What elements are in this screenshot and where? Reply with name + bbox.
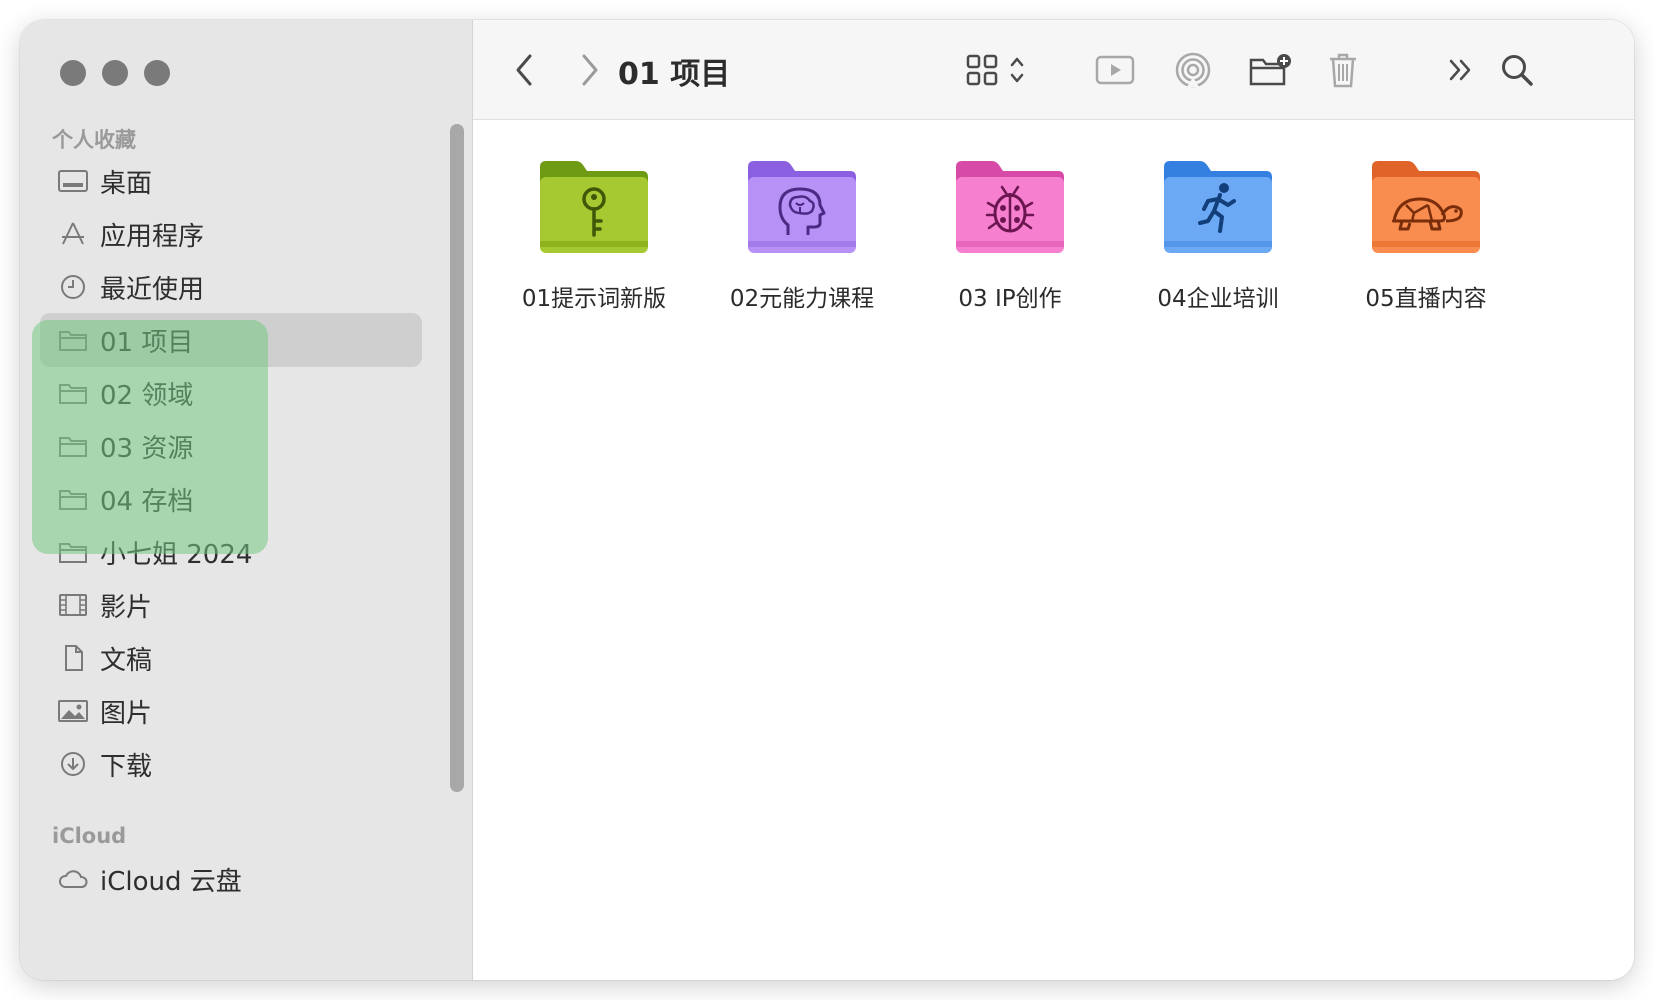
folder-icon [56,484,90,514]
cloud-icon [56,864,90,894]
sidebar-scrollbar[interactable] [450,124,464,792]
folder-item[interactable]: 02元能力课程 [707,157,897,317]
sidebar-item-02-areas[interactable]: 02 领域 [40,366,422,420]
sidebar-item-label: 03 资源 [100,433,194,464]
airdrop-icon [1174,51,1212,89]
chevron-up-down-icon [1009,55,1025,85]
sidebar-item-04-archive[interactable]: 04 存档 [40,472,422,526]
sidebar-item-label: 最近使用 [100,274,205,305]
photo-icon [56,696,90,726]
airdrop-button[interactable] [1171,48,1215,92]
play-icon [1095,54,1135,86]
folder-icon [56,325,90,355]
sidebar-item-applications[interactable]: 应用程序 [40,207,422,261]
folder-item[interactable]: 05直播内容 [1331,157,1521,317]
film-icon [56,590,90,620]
folder-graphic [742,157,862,257]
runner-icon [1198,183,1236,233]
folder-label: 01提示词新版 [521,286,667,312]
sidebar: 个人收藏 桌面 应用程序 最近使用 01 项目 02 领域 03 资源 04 存… [20,20,473,980]
sidebar-item-label: 04 存档 [100,486,194,517]
back-button[interactable] [507,48,541,92]
icloud-section-title: iCloud [52,824,127,848]
applications-icon [56,219,90,249]
sidebar-item-label: 小七姐 2024 [100,539,253,570]
document-icon [56,643,90,673]
sidebar-item-label: iCloud 云盘 [100,866,242,897]
sidebar-item-icloud-drive[interactable]: iCloud 云盘 [40,852,422,906]
sidebar-item-01-projects[interactable]: 01 项目 [40,313,422,367]
new-folder-icon [1248,52,1294,88]
desktop-icon [56,166,90,196]
folder-label: 05直播内容 [1365,286,1487,312]
folder-icon [56,378,90,408]
folder-graphic [534,157,654,257]
folder-item[interactable]: 04企业培训 [1123,157,1313,317]
sidebar-item-movies[interactable]: 影片 [40,578,422,632]
grid-view-icon [965,53,999,87]
folder-label: 02元能力课程 [729,286,875,312]
folder-graphic [1158,157,1278,257]
sidebar-item-label: 图片 [100,698,153,729]
window-title: 01 项目 [618,57,731,92]
key-icon [582,187,606,237]
sidebar-item-label: 文稿 [100,645,153,676]
sidebar-item-desktop[interactable]: 桌面 [40,154,422,208]
zoom-button[interactable] [144,60,170,86]
chevron-left-icon [514,53,534,87]
forward-button[interactable] [573,48,607,92]
finder-window: 个人收藏 桌面 应用程序 最近使用 01 项目 02 领域 03 资源 04 存… [20,20,1634,980]
folder-icon [56,537,90,567]
sidebar-item-label: 下载 [100,751,153,782]
delete-button[interactable] [1323,48,1363,92]
view-mode-button[interactable] [955,48,1035,92]
sidebar-item-recents[interactable]: 最近使用 [40,260,422,314]
sidebar-item-label: 02 领域 [100,380,194,411]
sidebar-item-downloads[interactable]: 下载 [40,737,422,791]
sidebar-item-label: 应用程序 [100,221,205,252]
new-folder-button[interactable] [1247,48,1295,92]
download-icon [56,749,90,779]
folder-graphic [950,157,1070,257]
sidebar-item-label: 桌面 [100,168,153,199]
ladybug-icon [985,185,1035,233]
minimize-button[interactable] [102,60,128,86]
search-button[interactable] [1495,48,1539,92]
file-grid: 01提示词新版 02元能力课程 03 IP创作 04企业培训 05直播内容 [473,121,1634,980]
folder-item[interactable]: 03 IP创作 [915,157,1105,317]
window-controls [60,60,170,86]
more-icon [1446,55,1476,85]
toolbar: 01 项目 [473,20,1634,120]
folder-item[interactable]: 01提示词新版 [499,157,689,317]
clock-icon [56,272,90,302]
sidebar-item-label: 01 项目 [100,327,194,358]
folder-graphic [1366,157,1486,257]
trash-icon [1327,51,1359,89]
search-icon [1499,52,1535,88]
sidebar-item-xiaoqijie-2024[interactable]: 小七姐 2024 [40,525,422,579]
brain-icon [778,187,826,235]
folder-label: 04企业培训 [1157,286,1279,312]
sidebar-item-label: 影片 [100,592,153,623]
folder-label: 03 IP创作 [958,286,1062,312]
chevron-right-icon [580,53,600,87]
favorites-section-title: 个人收藏 [52,128,136,152]
sidebar-item-03-resources[interactable]: 03 资源 [40,419,422,473]
sidebar-item-pictures[interactable]: 图片 [40,684,422,738]
turtle-icon [1392,197,1463,231]
more-button[interactable] [1441,48,1481,92]
sidebar-item-documents[interactable]: 文稿 [40,631,422,685]
folder-icon [56,431,90,461]
quick-look-button[interactable] [1093,48,1137,92]
close-button[interactable] [60,60,86,86]
